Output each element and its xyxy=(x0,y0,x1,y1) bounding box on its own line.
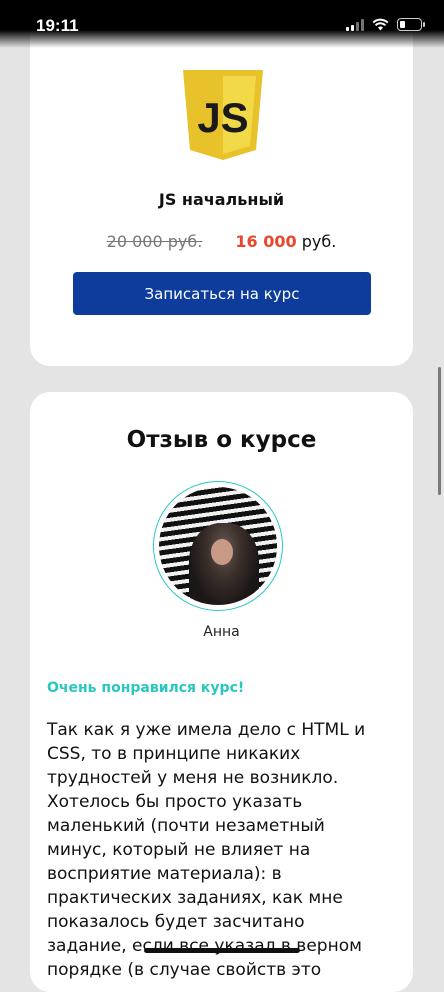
home-indicator[interactable] xyxy=(144,948,300,953)
price-row: 20 000 руб. 16 000 руб. xyxy=(30,232,413,251)
reviewer-avatar-ring xyxy=(153,481,283,611)
cellular-signal-icon xyxy=(346,18,364,31)
avatar xyxy=(159,487,277,605)
svg-text:JS: JS xyxy=(197,94,248,141)
status-bar: 19:11 xyxy=(0,0,444,48)
scrollbar[interactable] xyxy=(438,367,441,495)
review-headline: Очень понравился курс! xyxy=(47,680,245,696)
battery-icon xyxy=(397,18,425,31)
old-price: 20 000 руб. xyxy=(106,232,203,251)
reviewer-name: Анна xyxy=(203,624,240,640)
review-card: Отзыв о курсе Анна Очень понравился курс… xyxy=(30,392,413,992)
course-card: JS JS начальный 20 000 руб. 16 000 руб. … xyxy=(30,0,413,366)
new-price: 16 000 xyxy=(235,232,297,251)
status-icons xyxy=(346,18,425,31)
js-logo-icon: JS xyxy=(183,70,263,160)
course-title: JS начальный xyxy=(158,190,285,209)
review-text: Так как я уже имела дело с HTML и CSS, т… xyxy=(47,720,366,980)
status-time: 19:11 xyxy=(36,16,79,35)
price-currency: руб. xyxy=(301,232,337,251)
enroll-button[interactable]: Записаться на курс xyxy=(73,272,371,315)
wifi-icon xyxy=(372,18,389,31)
review-section-title: Отзыв о курсе xyxy=(126,427,317,453)
